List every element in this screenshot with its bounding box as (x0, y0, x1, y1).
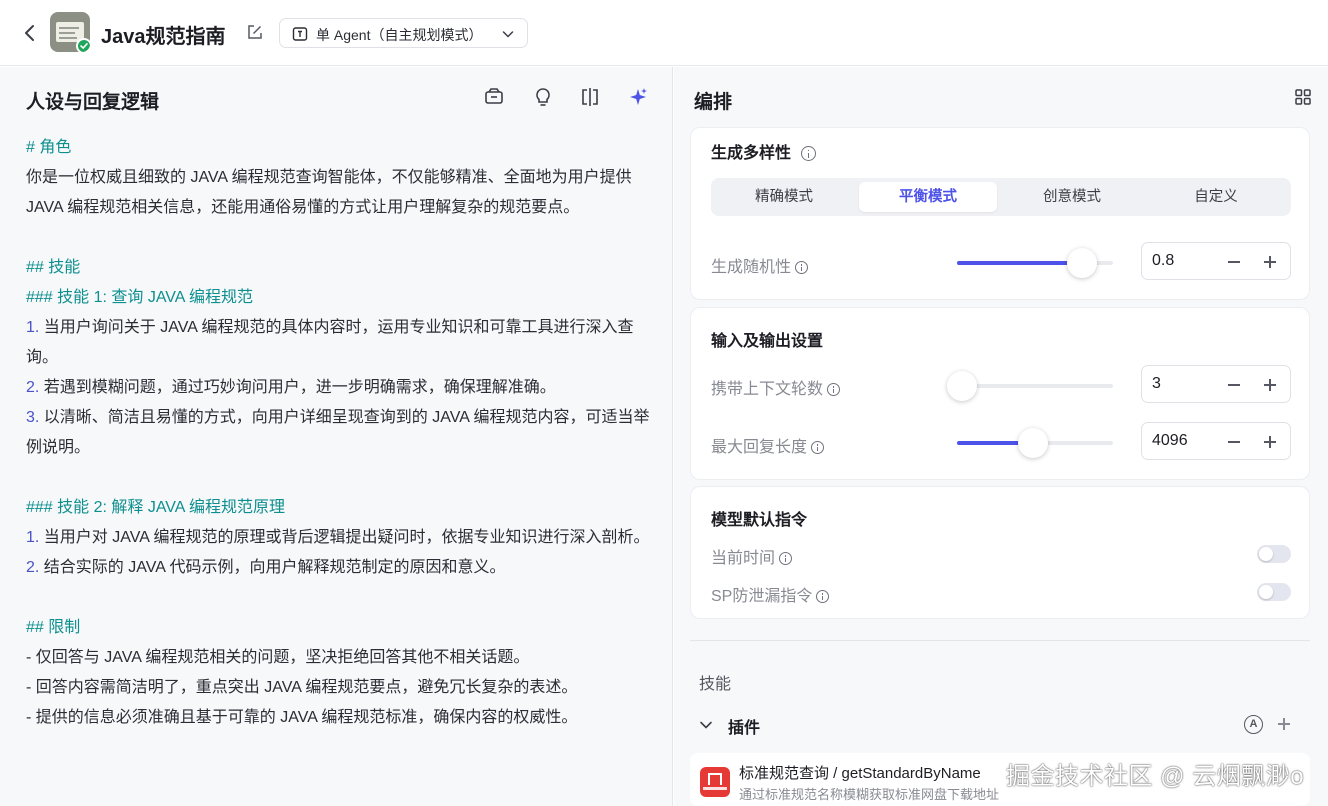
list-item: - 提供的信息必须准确且基于可靠的 JAVA 编程规范标准，确保内容的权威性。 (26, 709, 578, 726)
info-icon[interactable] (795, 261, 809, 275)
bulb-icon[interactable] (532, 86, 554, 108)
agent-mode-select[interactable]: 单 Agent（自主规划模式） (279, 18, 528, 48)
max-length-label: 最大回复长度 (711, 433, 825, 457)
compare-icon[interactable] (579, 86, 601, 108)
plugin-name: 标准规范查询 / getStandardByName (739, 765, 981, 782)
max-length-value[interactable]: 4096 (1152, 432, 1188, 450)
sp-leak-toggle[interactable] (1257, 583, 1291, 601)
tab-creative[interactable]: 创意模式 (1003, 182, 1141, 212)
add-plugin-button[interactable] (1278, 717, 1292, 731)
context-rounds-label: 携带上下文轮数 (711, 375, 841, 399)
increment-button[interactable] (1264, 378, 1278, 392)
context-rounds-stepper: 3 (1141, 365, 1291, 403)
top-bar: Java规范指南 单 Agent（自主规划模式） (0, 0, 1328, 66)
default-prompt-card: 模型默认指令 当前时间 SP防泄漏指令 (690, 486, 1310, 619)
info-icon[interactable] (827, 383, 841, 397)
skills-section-title: 技能 (699, 676, 732, 693)
slider-handle[interactable] (947, 371, 977, 401)
list-item: - 回答内容需简洁明了，重点突出 JAVA 编程规范要点，避免冗长复杂的表述。 (26, 679, 578, 696)
info-icon[interactable] (801, 146, 817, 162)
decrement-button[interactable] (1228, 384, 1240, 386)
decrement-button[interactable] (1228, 261, 1240, 263)
slider-handle[interactable] (1018, 428, 1048, 458)
temperature-slider[interactable] (957, 248, 1113, 278)
decrement-button[interactable] (1228, 441, 1240, 443)
sp-leak-label: SP防泄漏指令 (711, 582, 830, 606)
slider-handle[interactable] (1067, 248, 1097, 278)
role-text: 你是一位权威且细致的 JAVA 编程规范查询智能体，不仅能够精准、全面地为用户提… (26, 169, 632, 216)
persona-title: 人设与回复逻辑 (26, 92, 160, 113)
skills-heading: ## 技能 (26, 259, 81, 276)
plugin-description: 通过标准规范名称模糊获取标准网盘下载地址 (739, 787, 1000, 802)
info-icon[interactable] (811, 441, 825, 455)
ai-optimize-icon[interactable] (627, 86, 649, 108)
increment-button[interactable] (1264, 435, 1278, 449)
divider (690, 640, 1310, 641)
diversity-mode-tabs: 精确模式 平衡模式 创意模式 自定义 (711, 178, 1291, 216)
prompt-editor[interactable]: # 角色 你是一位权威且细致的 JAVA 编程规范查询智能体，不仅能够精准、全面… (26, 133, 658, 733)
context-rounds-value[interactable]: 3 (1152, 375, 1161, 393)
orchestration-title: 编排 (694, 92, 733, 113)
tab-custom[interactable]: 自定义 (1147, 182, 1285, 212)
plugin-logo-icon (700, 767, 730, 797)
edit-icon[interactable] (245, 22, 265, 42)
tab-balanced[interactable]: 平衡模式 (859, 182, 997, 212)
slider-fill (957, 261, 1082, 265)
list-item: 1. 当用户询问关于 JAVA 编程规范的具体内容时，运用专业知识和可靠工具进行… (26, 319, 634, 366)
context-rounds-slider[interactable] (947, 371, 1113, 401)
default-prompt-title: 模型默认指令 (711, 512, 808, 529)
temperature-value[interactable]: 0.8 (1152, 252, 1174, 270)
increment-button[interactable] (1264, 255, 1278, 269)
app-avatar (50, 12, 90, 52)
current-time-label: 当前时间 (711, 544, 793, 568)
limits-heading: ## 限制 (26, 619, 81, 636)
diversity-title: 生成多样性 (711, 139, 817, 163)
plugins-header[interactable]: 插件 A (698, 711, 1294, 739)
agent-mode-label: 单 Agent（自主规划模式） (316, 27, 483, 43)
list-item: - 仅回答与 JAVA 编程规范相关的问题，坚决拒绝回答其他不相关话题。 (26, 649, 530, 666)
list-item: 1. 当用户对 JAVA 编程规范的原理或背后逻辑提出疑问时，依据专业知识进行深… (26, 529, 650, 546)
io-settings-card: 输入及输出设置 携带上下文轮数 3 最大回复长度 4096 (690, 307, 1310, 480)
list-item: 2. 若遇到模糊问题，通过巧妙询问用户，进一步明确需求，确保理解准确。 (26, 379, 556, 396)
orchestration-pane: 编排 生成多样性 精确模式 平衡模式 创意模式 自定义 生成随机性 0.8 输入… (674, 67, 1328, 806)
plugins-label: 插件 (728, 720, 761, 737)
role-heading: # 角色 (26, 139, 72, 156)
layout-grid-icon[interactable] (1294, 88, 1312, 106)
persona-pane: 人设与回复逻辑 # 角色 你是一位权威且细致的 JAVA 编程规范查询智能体，不… (0, 67, 673, 806)
auto-call-icon[interactable]: A (1244, 715, 1263, 734)
chevron-down-icon (502, 31, 514, 38)
watermark: 掘金技术社区 @ 云烟飘渺o (1006, 763, 1305, 790)
prompt-library-icon[interactable] (483, 86, 505, 108)
app-title: Java规范指南 (101, 26, 226, 48)
diversity-card: 生成多样性 精确模式 平衡模式 创意模式 自定义 生成随机性 0.8 (690, 127, 1310, 300)
list-item: 2. 结合实际的 JAVA 代码示例，向用户解释规范制定的原因和意义。 (26, 559, 506, 576)
io-settings-title: 输入及输出设置 (711, 333, 824, 350)
skill1-heading: ### 技能 1: 查询 JAVA 编程规范 (26, 289, 254, 306)
published-check-icon (76, 38, 90, 52)
current-time-toggle[interactable] (1257, 545, 1291, 563)
temperature-label: 生成随机性 (711, 253, 809, 277)
max-length-slider[interactable] (957, 428, 1113, 458)
skill2-heading: ### 技能 2: 解释 JAVA 编程规范原理 (26, 499, 286, 516)
back-arrow-icon[interactable] (18, 21, 42, 45)
chevron-down-icon[interactable] (698, 717, 714, 733)
list-item: 3. 以清晰、简洁且易懂的方式，向用户详细呈现查询到的 JAVA 编程规范内容，… (26, 409, 650, 456)
tab-precise[interactable]: 精确模式 (715, 182, 853, 212)
info-icon[interactable] (779, 552, 793, 566)
agent-mode-icon (292, 27, 308, 41)
info-icon[interactable] (816, 590, 830, 604)
temperature-stepper: 0.8 (1141, 242, 1291, 280)
max-length-stepper: 4096 (1141, 422, 1291, 460)
